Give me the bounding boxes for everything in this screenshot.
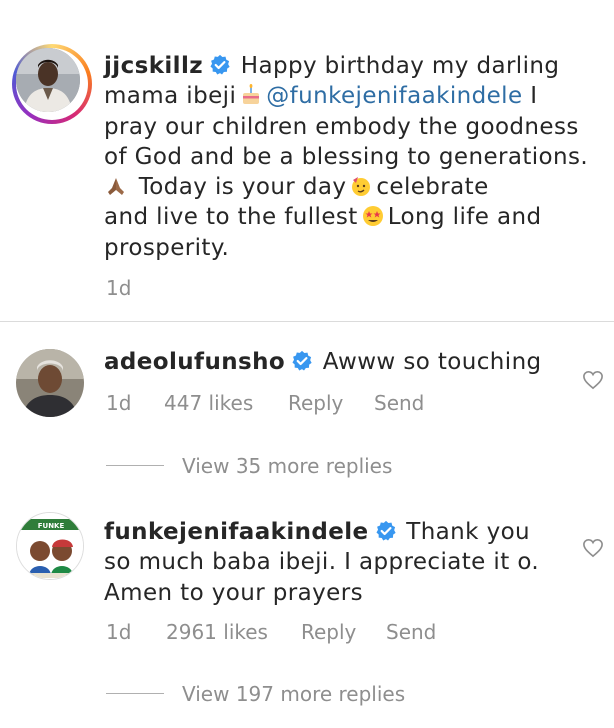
- comment-text: Awww so touching: [322, 349, 542, 375]
- verified-badge-icon: [292, 350, 312, 371]
- comment-likes[interactable]: 447 likes: [164, 391, 253, 415]
- comment-likes[interactable]: 2961 likes: [166, 620, 268, 644]
- caption-line: of God and be a blessing to generations.: [104, 143, 589, 170]
- folded-hands-emoji: [108, 178, 124, 196]
- comment-time: 1d: [106, 620, 132, 644]
- comment-time: 1d: [106, 391, 132, 415]
- comment-text: Amen to your prayers: [104, 579, 363, 606]
- post-caption: jjcskillz Happy birthday my darling mama…: [0, 0, 614, 321]
- caption-line: mama ibeji: [104, 83, 237, 110]
- comment-username[interactable]: funkejenifaakindele: [104, 519, 369, 545]
- comment-avatar[interactable]: FUNKE: [16, 512, 84, 580]
- mention-link[interactable]: @funkejenifaakindele: [266, 83, 522, 109]
- caption-line: Long life and: [387, 204, 542, 231]
- caption-line: pray our children embody the goodness: [104, 113, 579, 140]
- comment-text: Thank you: [406, 519, 531, 545]
- view-more-replies-button[interactable]: View 35 more replies: [182, 454, 392, 478]
- caption-author-avatar[interactable]: [12, 44, 92, 124]
- verified-badge-icon: [375, 520, 396, 541]
- reply-button[interactable]: Reply: [288, 391, 343, 415]
- replies-line: [106, 693, 164, 694]
- verified-badge-icon: [210, 54, 230, 75]
- send-button[interactable]: Send: [386, 620, 436, 644]
- heart-outline-icon[interactable]: [582, 370, 604, 390]
- caption-username[interactable]: jjcskillz: [104, 53, 203, 79]
- comment-body: funkejenifaakindele Thank you so much ba…: [104, 517, 539, 608]
- caption-line: prosperity.: [104, 234, 230, 261]
- heart-outline-icon[interactable]: [582, 538, 604, 558]
- partying-face-emoji: [352, 177, 371, 197]
- birthday-cake-emoji: [243, 84, 260, 105]
- caption-line: Happy birthday my darling: [240, 53, 560, 79]
- caption-line: Today is your day: [138, 174, 347, 201]
- comment-avatar[interactable]: [16, 349, 84, 417]
- comment-body: adeolufunsho Awww so touching: [104, 347, 542, 377]
- caption-line: celebrate: [376, 174, 489, 201]
- star-struck-emoji: [362, 206, 383, 227]
- caption-line: I: [530, 83, 538, 110]
- reply-button[interactable]: Reply: [301, 620, 356, 644]
- avatar-banner-text: FUNKE: [38, 522, 65, 530]
- caption-line: and live to the fullest: [104, 204, 358, 231]
- comment-meta: 1d 2961 likes Reply Send: [106, 620, 506, 646]
- comment-meta: 1d 447 likes Reply Send: [106, 391, 506, 417]
- caption-divider: [0, 321, 614, 322]
- view-more-replies-button[interactable]: View 197 more replies: [182, 682, 405, 706]
- send-button[interactable]: Send: [374, 391, 424, 415]
- comment-username[interactable]: adeolufunsho: [104, 349, 285, 375]
- caption-time: 1d: [106, 276, 132, 300]
- caption-text: jjcskillz Happy birthday my darling mama…: [104, 51, 588, 263]
- comment-text: so much baba ibeji. I appreciate it o.: [104, 549, 540, 576]
- replies-line: [106, 465, 164, 466]
